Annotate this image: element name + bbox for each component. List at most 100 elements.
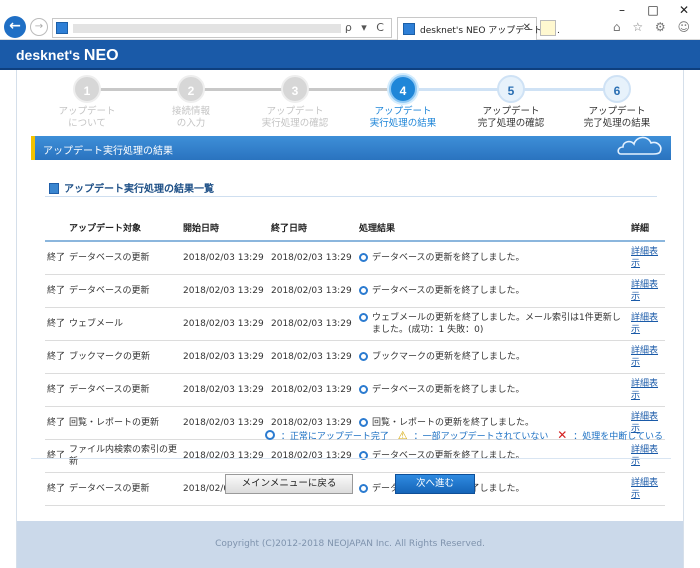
table-row: 終了 データベースの更新 2018/02/03 13:29 2018/02/03… — [45, 373, 665, 407]
row-detail: 詳細表示 — [629, 373, 665, 407]
row-end: 2018/02/03 13:29 — [269, 274, 357, 308]
detail-link[interactable]: 詳細表示 — [631, 247, 658, 269]
browser-tab[interactable]: desknet's NEO アップデートツ... ✕ — [397, 17, 560, 40]
forward-button[interactable]: → — [30, 18, 48, 36]
step-label: アップデート 完了処理の結果 — [583, 106, 651, 129]
step-label: アップデート 実行処理の確認 — [261, 106, 329, 129]
step-4-current: 4 アップデート 実行処理の結果 — [343, 75, 463, 130]
list-icon — [49, 183, 59, 194]
row-status: 終了 — [45, 439, 67, 473]
back-button[interactable]: ← — [4, 16, 26, 38]
row-target: データベースの更新 — [67, 373, 181, 407]
row-result: ブックマークの更新を終了しました。 — [357, 340, 629, 374]
row-status: 終了 — [45, 307, 67, 341]
cloud-icon — [617, 136, 662, 155]
step-number: 1 — [73, 75, 101, 103]
app-logo: desknet's NEO — [16, 47, 119, 65]
results-list-title: アップデート実行処理の結果一覧 — [49, 180, 214, 195]
close-window-button[interactable]: ✕ — [674, 3, 694, 17]
success-circle-icon — [359, 418, 368, 427]
row-status: 終了 — [45, 274, 67, 308]
browser-chrome: – □ ✕ ← → ρ ▾ C desknet's NEO アップデートツ...… — [0, 0, 700, 40]
logo-neo-text: NEO — [83, 47, 119, 64]
next-button[interactable]: 次へ進む — [395, 474, 475, 494]
detail-link[interactable]: 詳細表示 — [631, 346, 658, 368]
tab-title: desknet's NEO アップデートツ... — [420, 26, 560, 36]
success-circle-icon — [359, 385, 368, 394]
progress-steps: 1 アップデート について 2 接続情報 の入力 3 アップデート 実行処理の確認 4… — [17, 70, 685, 140]
detail-link[interactable]: 詳細表示 — [631, 379, 658, 401]
row-target: ウェブメール — [67, 307, 181, 341]
step-number: 6 — [603, 75, 631, 103]
row-status: 終了 — [45, 340, 67, 374]
row-result: データベースの更新を終了しました。 — [357, 241, 629, 275]
step-6: 6 アップデート 完了処理の結果 — [557, 75, 677, 130]
address-bar-icons[interactable]: ρ ▾ C — [345, 21, 387, 34]
row-target: データベースの更新 — [67, 274, 181, 308]
row-start: 2018/02/03 13:29 — [181, 274, 269, 308]
header-start: 開始日時 — [181, 215, 269, 242]
detail-link[interactable]: 詳細表示 — [631, 280, 658, 302]
step-5: 5 アップデート 完了処理の確認 — [451, 75, 571, 130]
header-target: アップデート対象 — [67, 215, 181, 242]
tab-favicon-icon — [403, 23, 415, 35]
detail-link[interactable]: 詳細表示 — [631, 445, 658, 467]
row-target: データベースの更新 — [67, 472, 181, 506]
row-start: 2018/02/03 13:29 — [181, 241, 269, 275]
row-status: 終了 — [45, 373, 67, 407]
legend-warn: ：一部アップデートされていない — [413, 431, 549, 442]
row-result: データベースの更新を終了しました。 — [357, 274, 629, 308]
success-circle-icon — [359, 286, 368, 295]
main-menu-button[interactable]: メインメニューに戻る — [225, 474, 353, 494]
table-header-row: アップデート対象 開始日時 終了日時 処理結果 詳細 — [45, 215, 665, 242]
section-header: アップデート実行処理の結果 — [31, 136, 671, 160]
header-detail: 詳細 — [629, 215, 665, 242]
app-header: desknet's NEO — [0, 40, 700, 70]
step-3: 3 アップデート 実行処理の確認 — [235, 75, 355, 130]
row-start: 2018/02/03 13:29 — [181, 439, 269, 473]
table-row: 終了 ファイル内検索の索引の更新 2018/02/03 13:29 2018/0… — [45, 439, 665, 473]
success-circle-icon — [359, 352, 368, 361]
tab-close-icon[interactable]: ✕ — [523, 22, 531, 33]
table-row: 終了 データベースの更新 2018/02/03 13:29 2018/02/03… — [45, 274, 665, 308]
row-start: 2018/02/03 13:29 — [181, 307, 269, 341]
step-label: アップデート について — [58, 106, 116, 129]
row-status: 終了 — [45, 241, 67, 275]
row-target: 回覧・レポートの更新 — [67, 406, 181, 440]
row-detail: 詳細表示 — [629, 340, 665, 374]
row-status: 終了 — [45, 472, 67, 506]
detail-link[interactable]: 詳細表示 — [631, 313, 658, 335]
new-tab-button[interactable] — [540, 20, 556, 36]
row-detail: 詳細表示 — [629, 274, 665, 308]
row-target: ブックマークの更新 — [67, 340, 181, 374]
row-target: ファイル内検索の索引の更新 — [67, 439, 181, 473]
step-number: 5 — [497, 75, 525, 103]
row-start: 2018/02/03 13:29 — [181, 373, 269, 407]
row-detail: 詳細表示 — [629, 439, 665, 473]
success-circle-icon — [359, 484, 368, 493]
row-result: データベースの更新を終了しました。 — [357, 439, 629, 473]
divider — [31, 458, 671, 459]
row-end: 2018/02/03 13:29 — [269, 340, 357, 374]
step-number: 2 — [177, 75, 205, 103]
legend-error: ：処理を中断している — [573, 431, 663, 442]
browser-toolbar-icons[interactable]: ⌂ ☆ ⚙ ☺ — [613, 20, 694, 34]
success-circle-icon — [359, 253, 368, 262]
header-status — [45, 215, 67, 242]
success-circle-icon — [359, 313, 368, 322]
table-row: 終了 ウェブメール 2018/02/03 13:29 2018/02/03 13… — [45, 307, 665, 341]
row-result: データベースの更新を終了しました。 — [357, 373, 629, 407]
row-status: 終了 — [45, 406, 67, 440]
results-table: アップデート対象 開始日時 終了日時 処理結果 詳細 終了 データベースの更新 … — [45, 215, 665, 506]
footer: Copyright (C)2012-2018 NEOJAPAN Inc. All… — [17, 521, 683, 568]
row-end: 2018/02/03 13:29 — [269, 307, 357, 341]
maximize-button[interactable]: □ — [643, 3, 663, 17]
address-bar[interactable]: ρ ▾ C — [52, 18, 392, 38]
row-detail: 詳細表示 — [629, 472, 665, 506]
error-x-icon: ✕ — [557, 428, 568, 442]
minimize-button[interactable]: – — [612, 3, 632, 17]
step-1: 1 アップデート について — [27, 75, 147, 130]
detail-link[interactable]: 詳細表示 — [631, 478, 658, 500]
logo-main-text: desknet's — [16, 47, 84, 63]
row-detail: 詳細表示 — [629, 307, 665, 341]
